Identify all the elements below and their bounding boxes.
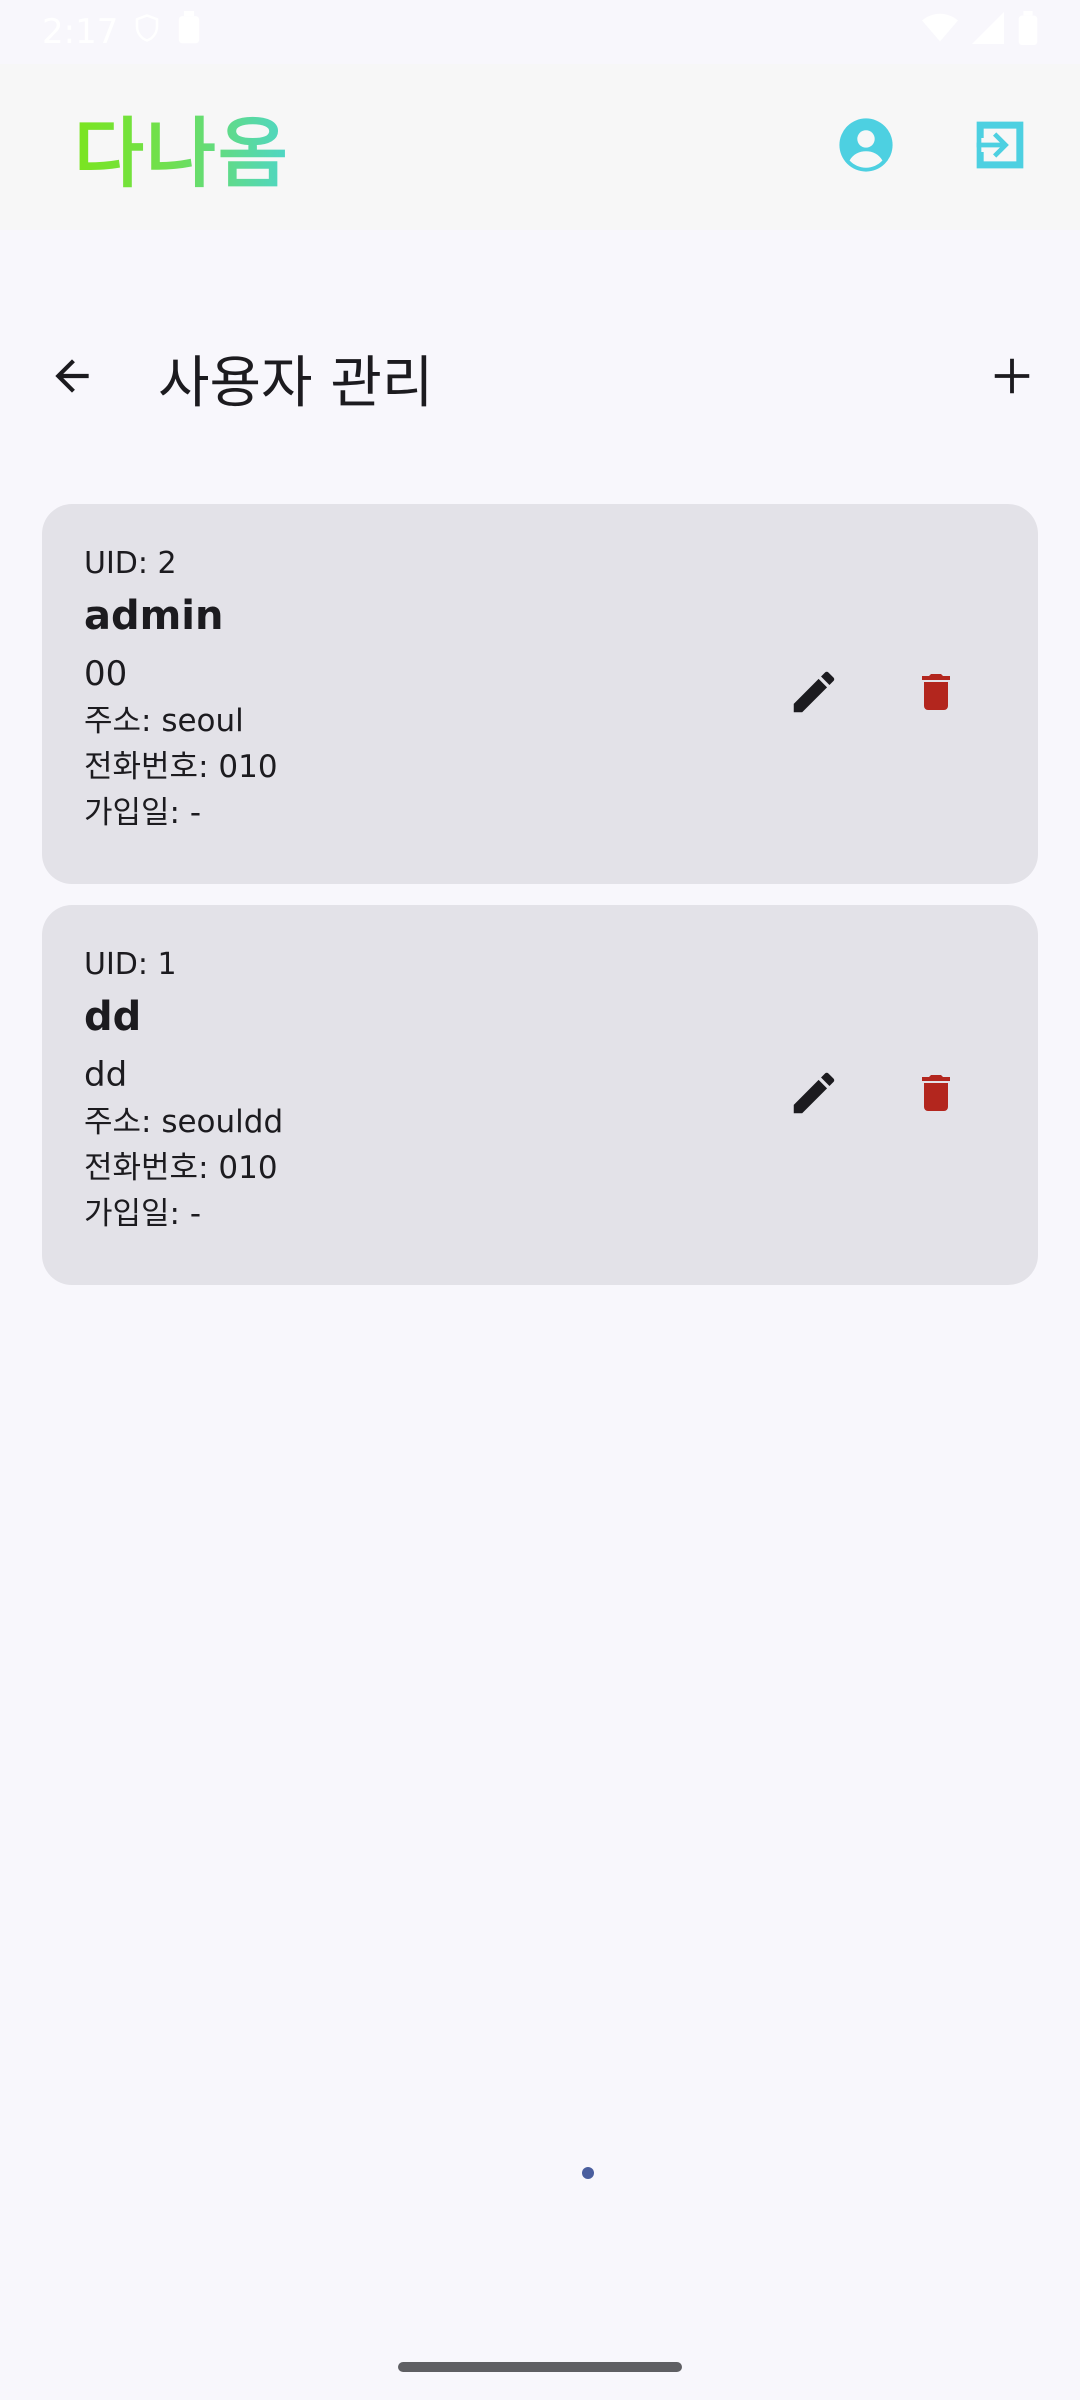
page-title: 사용자 관리 <box>158 350 434 416</box>
signal-icon <box>972 11 1004 53</box>
wifi-icon <box>922 12 958 52</box>
delete-icon <box>912 1066 960 1124</box>
add-icon <box>989 353 1035 403</box>
user-card: UID: 1 dd dd 주소: seouldd 전화번호: 010 가입일: … <box>42 905 1038 1285</box>
delete-user-button[interactable] <box>904 1063 968 1127</box>
status-bar: 2:17 <box>0 0 1080 64</box>
edit-user-button[interactable] <box>782 1063 846 1127</box>
delete-user-button[interactable] <box>904 662 968 726</box>
back-button[interactable] <box>40 346 104 410</box>
profile-button[interactable] <box>834 115 898 179</box>
logout-icon <box>972 117 1028 177</box>
back-arrow-icon <box>47 351 97 405</box>
delete-icon <box>912 665 960 723</box>
top-app-bar: 다나옴 <box>0 64 1080 230</box>
edit-icon <box>787 665 841 723</box>
home-indicator[interactable] <box>398 2362 682 2372</box>
account-circle-icon <box>837 116 895 178</box>
edit-user-button[interactable] <box>782 662 846 726</box>
shield-icon <box>132 11 162 54</box>
battery-saver-icon <box>176 10 202 54</box>
page-indicator-dot <box>582 2167 594 2179</box>
page-header: 사용자 관리 <box>0 318 1080 438</box>
brand-logo: 다나옴 <box>74 92 290 202</box>
status-time: 2:17 <box>42 12 119 52</box>
add-user-button[interactable] <box>980 346 1044 410</box>
logout-button[interactable] <box>968 115 1032 179</box>
user-card: UID: 2 admin 00 주소: seoul 전화번호: 010 가입일:… <box>42 504 1038 884</box>
battery-icon <box>1018 10 1038 54</box>
edit-icon <box>787 1066 841 1124</box>
